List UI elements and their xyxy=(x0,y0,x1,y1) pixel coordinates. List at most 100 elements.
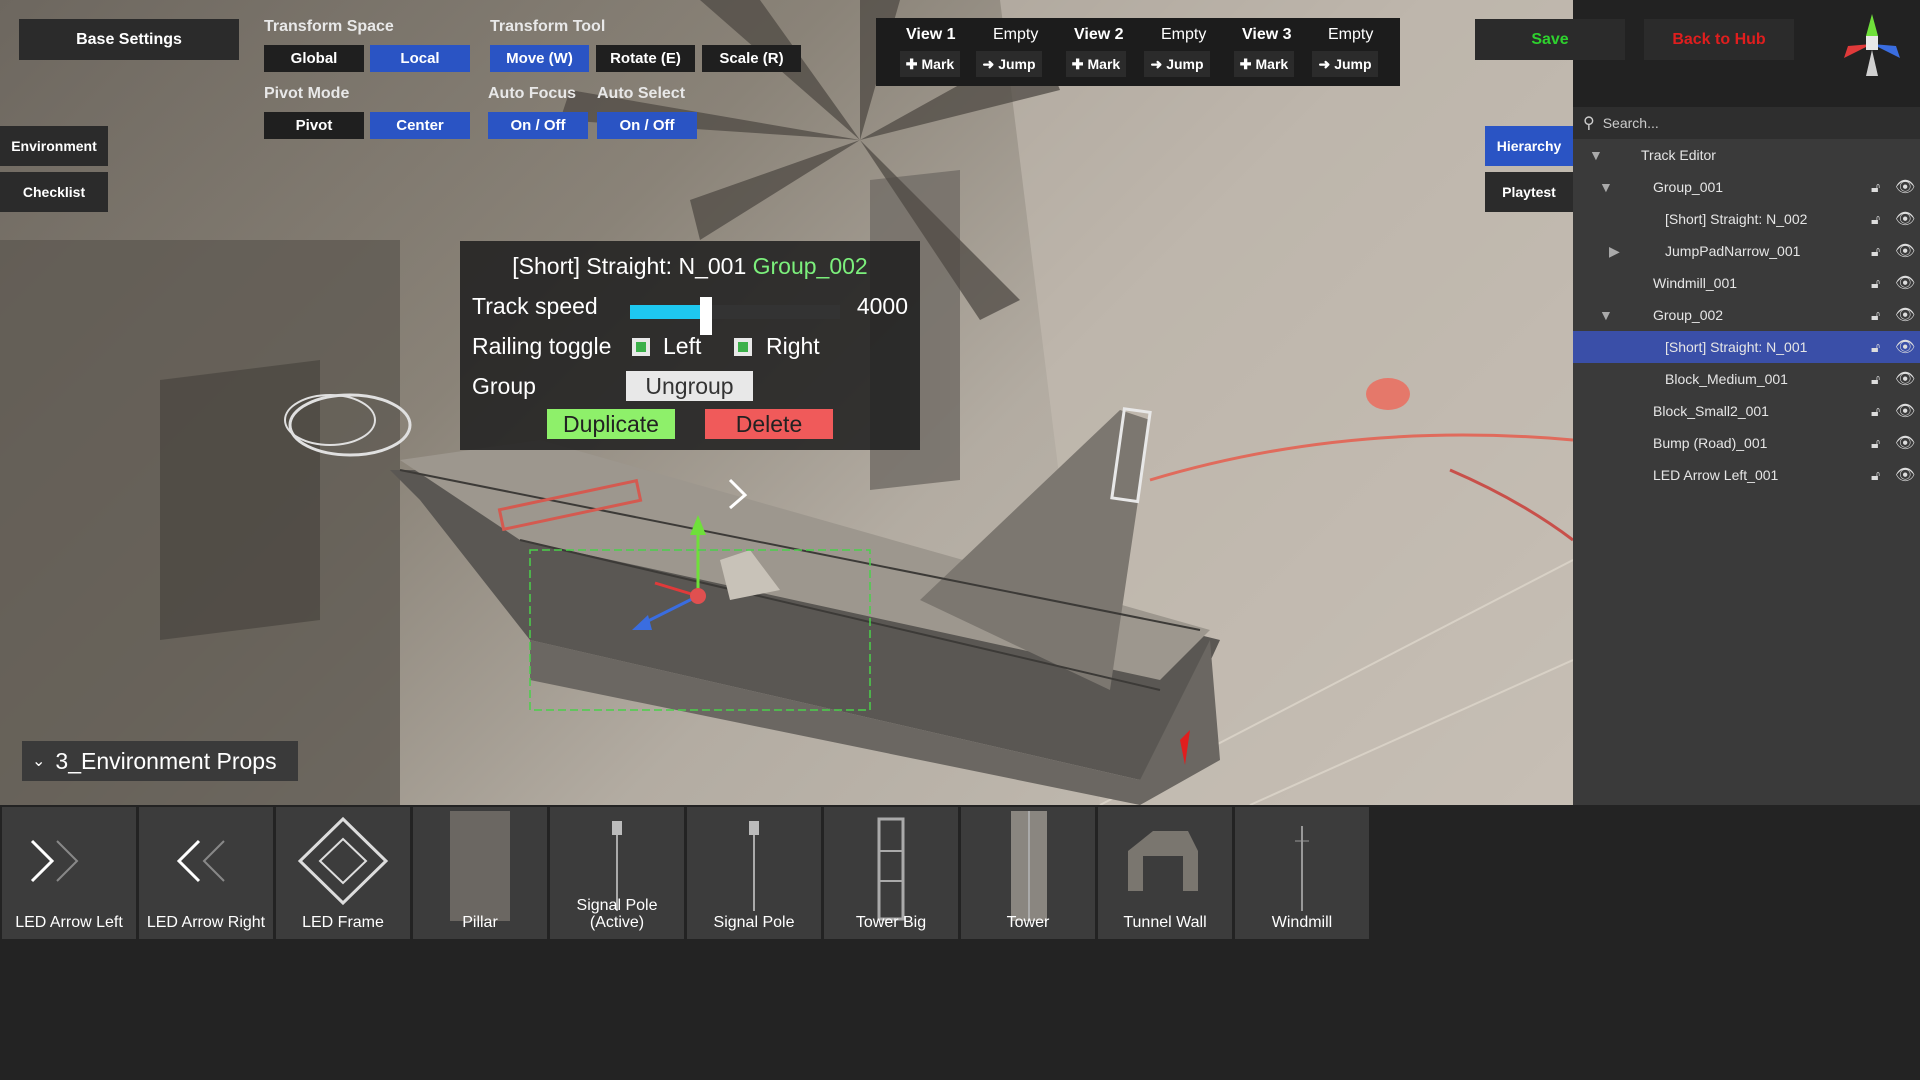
windmill-icon xyxy=(1295,826,1309,911)
prop-tile[interactable]: LED Arrow Right xyxy=(139,807,273,939)
transform-space-label: Transform Space xyxy=(264,18,394,35)
lock-icon[interactable]: 🔓︎ xyxy=(1871,179,1880,196)
search-placeholder: Search... xyxy=(1602,115,1659,131)
plus-icon: ✚ xyxy=(905,55,918,72)
hierarchy-item[interactable]: [Short] Straight: N_002 🔓︎ 👁︎ xyxy=(1573,203,1920,235)
prop-tile[interactable]: LED Frame xyxy=(276,807,410,939)
delete-button[interactable]: Delete xyxy=(705,409,833,439)
view-2-mark-button[interactable]: ✚ Mark xyxy=(1066,51,1126,77)
plus-icon: ✚ xyxy=(1071,55,1084,72)
eye-icon[interactable]: 👁︎ xyxy=(1895,209,1915,229)
track-speed-slider[interactable] xyxy=(630,297,840,335)
prop-tile[interactable]: Pillar xyxy=(413,807,547,939)
camera-views-panel: View 1 Empty ✚ Mark ➜ Jump View 2 Empty ✚ M… xyxy=(876,18,1400,86)
eye-icon[interactable]: 👁︎ xyxy=(1895,337,1915,357)
prop-tile[interactable]: Signal Pole xyxy=(687,807,821,939)
hierarchy-item[interactable]: Block_Medium_001 🔓︎ 👁︎ xyxy=(1573,363,1920,395)
lock-icon[interactable]: 🔓︎ xyxy=(1871,275,1880,292)
lock-icon[interactable]: 🔓︎ xyxy=(1871,243,1880,260)
orientation-gizmo-icon[interactable] xyxy=(1830,6,1914,82)
hierarchy-search[interactable]: ⚲ Search... xyxy=(1573,107,1920,139)
prop-tile[interactable]: Windmill xyxy=(1235,807,1369,939)
lock-icon[interactable]: 🔓︎ xyxy=(1871,211,1880,228)
led-frame-icon xyxy=(297,816,389,906)
hierarchy-item-label: Group_002 xyxy=(1653,307,1724,323)
prop-tile-label: Pillar xyxy=(462,914,498,931)
prop-tile[interactable]: Tunnel Wall xyxy=(1098,807,1232,939)
prop-tile-label: LED Arrow Left xyxy=(15,914,123,931)
view-1-jump-button[interactable]: ➜ Jump xyxy=(976,51,1042,77)
hierarchy-root[interactable]: ▼ Track Editor xyxy=(1573,139,1920,171)
railing-left-checkbox[interactable] xyxy=(632,338,650,356)
checklist-tab[interactable]: Checklist xyxy=(0,172,108,212)
auto-focus-toggle[interactable]: On / Off xyxy=(488,112,588,139)
hierarchy-root-label: Track Editor xyxy=(1641,147,1716,163)
view-1-mark-button[interactable]: ✚ Mark xyxy=(900,51,960,77)
duplicate-button[interactable]: Duplicate xyxy=(547,409,675,439)
hierarchy-item[interactable]: Block_Small2_001 🔓︎ 👁︎ xyxy=(1573,395,1920,427)
eye-icon[interactable]: 👁︎ xyxy=(1895,177,1915,197)
view-1-label: View 1 xyxy=(906,26,956,43)
transform-space-global-button[interactable]: Global xyxy=(264,45,364,72)
railing-toggle-label: Railing toggle xyxy=(472,333,612,359)
lock-icon[interactable]: 🔓︎ xyxy=(1871,467,1880,484)
auto-select-label: Auto Select xyxy=(597,85,686,102)
hierarchy-tab[interactable]: Hierarchy xyxy=(1485,126,1573,166)
tower-icon xyxy=(1011,811,1047,921)
eye-icon[interactable]: 👁︎ xyxy=(1895,433,1915,453)
environment-tab[interactable]: Environment xyxy=(0,126,108,166)
hierarchy-item[interactable]: Windmill_001 🔓︎ 👁︎ xyxy=(1573,267,1920,299)
eye-icon[interactable]: 👁︎ xyxy=(1895,401,1915,421)
eye-icon[interactable]: 👁︎ xyxy=(1895,241,1915,261)
arrow-right-icon: ➜ xyxy=(982,55,995,72)
railing-right-checkbox[interactable] xyxy=(734,338,752,356)
prop-tile[interactable]: LED Arrow Left xyxy=(2,807,136,939)
category-dropdown[interactable]: ⌄ 3_Environment Props xyxy=(22,741,298,781)
view-2-jump-button[interactable]: ➜ Jump xyxy=(1144,51,1210,77)
lock-icon[interactable]: 🔓︎ xyxy=(1871,339,1880,356)
view-2-label: View 2 xyxy=(1074,26,1124,43)
eye-icon[interactable]: 👁︎ xyxy=(1895,369,1915,389)
view-3-jump-button[interactable]: ➜ Jump xyxy=(1312,51,1378,77)
slider-handle[interactable] xyxy=(699,297,712,335)
ungroup-button[interactable]: Ungroup xyxy=(626,371,753,401)
chevron-down-icon[interactable]: ▼ xyxy=(1589,147,1603,163)
view-3-mark-button[interactable]: ✚ Mark xyxy=(1234,51,1294,77)
auto-select-toggle[interactable]: On / Off xyxy=(597,112,697,139)
playtest-tab[interactable]: Playtest xyxy=(1485,172,1573,212)
transform-tool-label: Transform Tool xyxy=(490,18,606,35)
group-label: Group xyxy=(472,373,536,399)
hierarchy-item[interactable]: ▼ Group_001 🔓︎ 👁︎ xyxy=(1573,171,1920,203)
rotate-tool-button[interactable]: Rotate (E) xyxy=(596,45,695,72)
scale-tool-button[interactable]: Scale (R) xyxy=(702,45,801,72)
prop-tile[interactable]: Tower xyxy=(961,807,1095,939)
transform-space-local-button[interactable]: Local xyxy=(370,45,470,72)
prop-tile-label: Signal Pole xyxy=(713,914,795,931)
hierarchy-item[interactable]: LED Arrow Left_001 🔓︎ 👁︎ xyxy=(1573,459,1920,491)
view-3-label: View 3 xyxy=(1242,26,1292,43)
move-tool-button[interactable]: Move (W) xyxy=(490,45,589,72)
lock-icon[interactable]: 🔓︎ xyxy=(1871,403,1880,420)
back-to-hub-button[interactable]: Back to Hub xyxy=(1644,19,1794,60)
chevron-right-icon[interactable]: ▶ xyxy=(1609,243,1620,260)
hierarchy-item[interactable]: ▼ Group_002 🔓︎ 👁︎ xyxy=(1573,299,1920,331)
prop-tile[interactable]: Signal Pole (Active) xyxy=(550,807,684,939)
lock-icon[interactable]: 🔓︎ xyxy=(1871,371,1880,388)
hierarchy-item[interactable]: Bump (Road)_001 🔓︎ 👁︎ xyxy=(1573,427,1920,459)
hierarchy-item[interactable]: ▶ JumpPadNarrow_001 🔓︎ 👁︎ xyxy=(1573,235,1920,267)
hierarchy-item[interactable]: [Short] Straight: N_001 🔓︎ 👁︎ xyxy=(1573,331,1920,363)
slider-fill xyxy=(630,305,706,319)
save-button[interactable]: Save xyxy=(1475,19,1625,60)
center-button[interactable]: Center xyxy=(370,112,470,139)
hierarchy-item-label: Block_Medium_001 xyxy=(1665,371,1788,387)
pivot-button[interactable]: Pivot xyxy=(264,112,364,139)
chevron-down-icon[interactable]: ▼ xyxy=(1599,307,1613,323)
base-settings-button[interactable]: Base Settings xyxy=(19,19,239,60)
chevron-down-icon[interactable]: ▼ xyxy=(1599,179,1613,195)
eye-icon[interactable]: 👁︎ xyxy=(1895,305,1915,325)
lock-icon[interactable]: 🔓︎ xyxy=(1871,307,1880,324)
eye-icon[interactable]: 👁︎ xyxy=(1895,465,1915,485)
lock-icon[interactable]: 🔓︎ xyxy=(1871,435,1880,452)
eye-icon[interactable]: 👁︎ xyxy=(1895,273,1915,293)
prop-tile[interactable]: Tower Big xyxy=(824,807,958,939)
